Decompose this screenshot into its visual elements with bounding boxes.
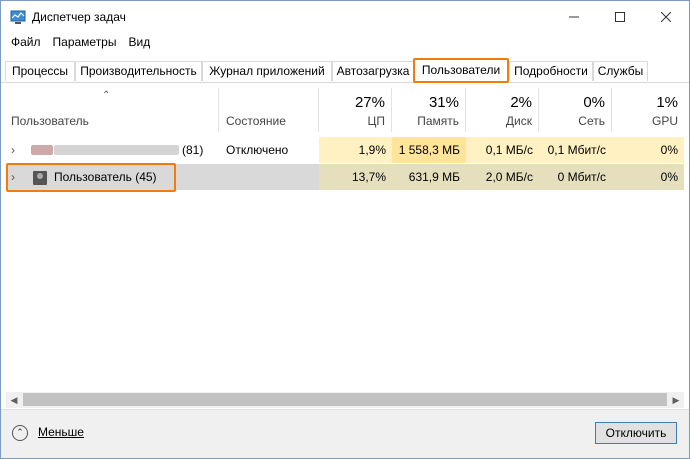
tab-performance[interactable]: Производительность <box>75 61 202 81</box>
window-title: Диспетчер задач <box>32 9 126 24</box>
network-total-percent: 0% <box>583 94 605 111</box>
footer-bar: ⌃ Меньше Отключить <box>1 409 689 458</box>
disconnect-button[interactable]: Отключить <box>595 422 677 444</box>
column-label-cpu: ЦП <box>367 114 385 128</box>
tab-users[interactable]: Пользователи <box>413 58 509 83</box>
minimize-icon <box>569 16 579 17</box>
close-icon <box>661 11 671 22</box>
column-header-network[interactable]: 0% Сеть <box>539 88 612 132</box>
column-header-cpu[interactable]: 27% ЦП <box>319 88 392 132</box>
column-label-memory: Память <box>417 114 459 128</box>
redacted-username <box>54 145 179 155</box>
column-label-network: Сеть <box>578 114 605 128</box>
network-value: 0,1 Мбит/с <box>539 137 612 163</box>
column-header-status[interactable]: Состояние <box>219 88 319 132</box>
cpu-value: 13,7% <box>319 164 392 190</box>
menu-bar: Файл Параметры Вид <box>1 32 689 52</box>
chevron-up-circle-icon[interactable]: ⌃ <box>12 425 28 441</box>
table-row[interactable]: › (81) Отключено 1,9% 1 558,3 МБ 0,1 МБ/… <box>6 137 684 163</box>
close-button[interactable] <box>643 1 689 32</box>
disk-value: 0,1 МБ/с <box>466 137 539 163</box>
users-table: ⌃ Пользователь Состояние 27% ЦП 31% Памя… <box>6 88 684 392</box>
maximize-icon <box>615 11 625 22</box>
column-header-memory[interactable]: 31% Память <box>392 88 466 132</box>
tab-bar: Процессы Производительность Журнал прило… <box>1 58 689 83</box>
gpu-value: 0% <box>612 164 684 190</box>
network-value: 0 Мбит/с <box>539 164 612 190</box>
tab-processes[interactable]: Процессы <box>5 61 75 81</box>
memory-total-percent: 31% <box>428 94 459 111</box>
column-label-status: Состояние <box>226 114 286 128</box>
tab-startup[interactable]: Автозагрузка <box>332 61 414 81</box>
gpu-value: 0% <box>612 137 684 163</box>
column-label-disk: Диск <box>505 114 532 128</box>
menu-file[interactable]: Файл <box>5 35 47 49</box>
column-label-user: Пользователь <box>11 114 89 128</box>
menu-view[interactable]: Вид <box>122 35 156 49</box>
fewer-details-link[interactable]: Меньше <box>38 425 84 439</box>
user-status <box>226 164 319 190</box>
scrollbar-thumb[interactable] <box>23 393 667 406</box>
column-header-user[interactable]: ⌃ Пользователь <box>6 88 219 132</box>
task-manager-window: Диспетчер задач Файл Параметры Вид Проце… <box>0 0 690 459</box>
task-manager-icon <box>10 10 26 24</box>
user-avatar-blurred <box>31 145 53 155</box>
gpu-total-percent: 1% <box>656 94 678 111</box>
tab-app-history[interactable]: Журнал приложений <box>202 61 332 81</box>
column-header-disk[interactable]: 2% Диск <box>466 88 539 132</box>
cpu-total-percent: 27% <box>354 94 385 111</box>
menu-options[interactable]: Параметры <box>47 35 123 49</box>
maximize-button[interactable] <box>597 1 643 32</box>
user-status: Отключено <box>226 143 289 157</box>
horizontal-scrollbar[interactable]: ◀ ▶ <box>6 392 684 408</box>
column-label-gpu: GPU <box>651 114 678 128</box>
disk-total-percent: 2% <box>510 94 532 111</box>
title-bar[interactable]: Диспетчер задач <box>1 1 689 32</box>
tab-details[interactable]: Подробности <box>509 61 593 81</box>
memory-value: 631,9 МБ <box>392 164 466 190</box>
highlight-frame <box>6 163 176 192</box>
column-header-gpu[interactable]: 1% GPU <box>612 88 684 132</box>
scroll-right-icon[interactable]: ▶ <box>668 392 684 408</box>
expand-chevron-icon[interactable]: › <box>11 137 15 163</box>
user-name: (81) <box>182 143 204 157</box>
tab-services[interactable]: Службы <box>593 61 648 81</box>
disk-value: 2,0 МБ/с <box>466 164 539 190</box>
scroll-left-icon[interactable]: ◀ <box>6 392 22 408</box>
minimize-button[interactable] <box>551 1 597 32</box>
sort-ascending-icon: ⌃ <box>102 90 111 101</box>
cpu-value: 1,9% <box>319 137 392 163</box>
memory-value: 1 558,3 МБ <box>392 137 466 163</box>
